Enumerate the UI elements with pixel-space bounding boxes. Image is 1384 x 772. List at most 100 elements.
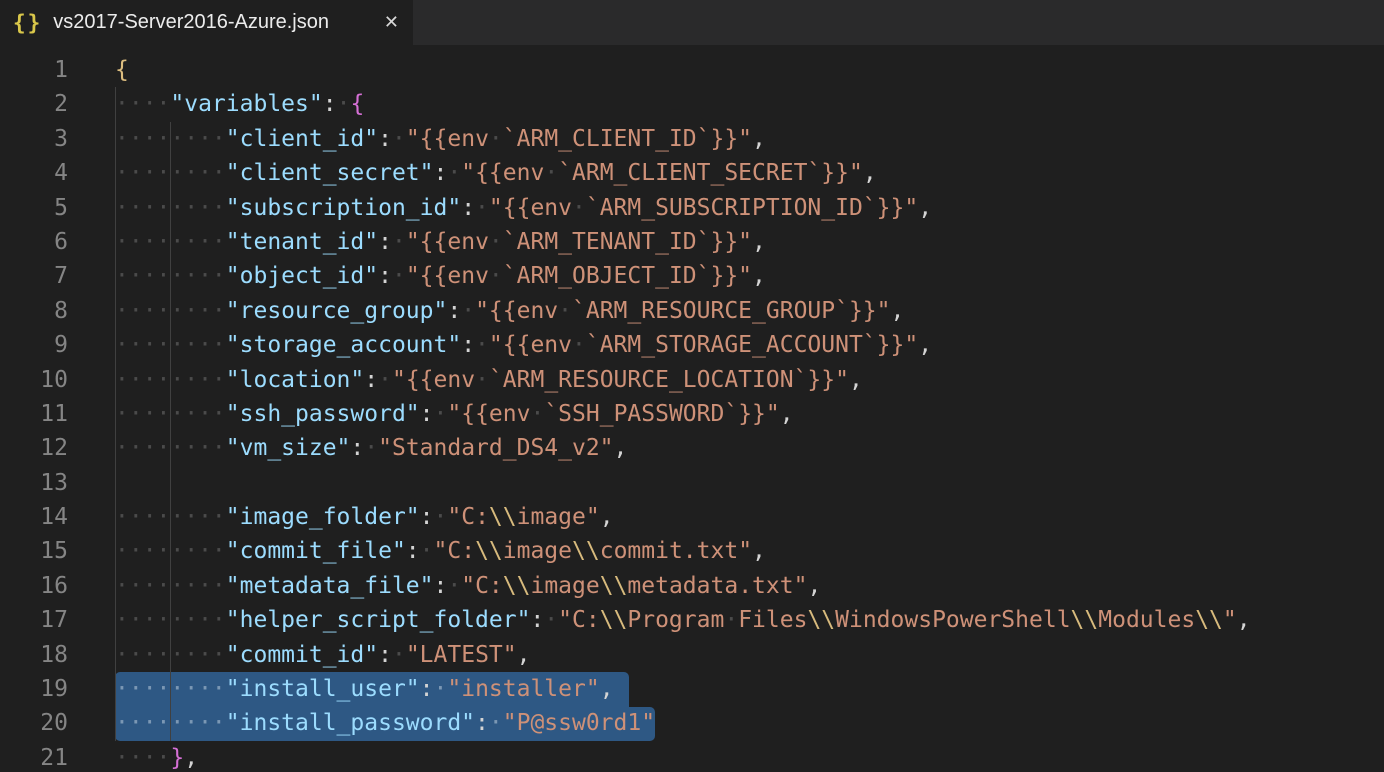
token-esc: \\ (1195, 607, 1223, 633)
token-ws: ········ (115, 607, 226, 633)
token-punc: : (406, 538, 420, 564)
code-line[interactable]: ····"variables":·{ (115, 87, 1251, 121)
tab-bar: {} vs2017-Server2016-Azure.json ✕ (0, 0, 1384, 45)
token-str: "installer" (447, 676, 599, 702)
json-file-icon: {} (13, 11, 42, 35)
line-number[interactable]: 13 (0, 466, 68, 500)
token-str: "{{env (406, 126, 489, 152)
code-line[interactable]: ········"resource_group":·"{{env·`ARM_RE… (115, 294, 1251, 328)
token-str: `ARM_RESOURCE_LOCATION`}}" (489, 367, 849, 393)
line-number[interactable]: 21 (0, 741, 68, 772)
token-key: "tenant_id" (226, 229, 378, 255)
token-str: "{{env (447, 401, 530, 427)
code-line[interactable]: ········"client_id":·"{{env·`ARM_CLIENT_… (115, 122, 1251, 156)
line-number[interactable]: 8 (0, 294, 68, 328)
code-line[interactable]: ········"client_secret":·"{{env·`ARM_CLI… (115, 156, 1251, 190)
code-line[interactable]: ········"install_user":·"installer", (115, 672, 1251, 706)
token-key: "client_secret" (226, 160, 434, 186)
token-ws: ···· (115, 91, 170, 117)
code-line[interactable]: ········"subscription_id":·"{{env·`ARM_S… (115, 191, 1251, 225)
token-ws: · (530, 401, 544, 427)
token-str: `SSH_PASSWORD`}}" (544, 401, 779, 427)
code-line[interactable]: ····}, (115, 741, 1251, 772)
line-number[interactable]: 4 (0, 156, 68, 190)
line-number[interactable]: 20 (0, 706, 68, 740)
token-str: `ARM_CLIENT_ID`}}" (503, 126, 752, 152)
token-punc: : (475, 710, 489, 736)
line-number[interactable]: 15 (0, 534, 68, 568)
token-key: "client_id" (226, 126, 378, 152)
token-str: "{{env (489, 195, 572, 221)
line-number[interactable]: 9 (0, 328, 68, 362)
editor-pane[interactable]: 123456789101112131415161718192021 {····"… (0, 45, 1384, 772)
token-ws: · (364, 435, 378, 461)
line-number[interactable]: 10 (0, 363, 68, 397)
token-str: image" (517, 504, 600, 530)
code-line[interactable] (115, 466, 1251, 500)
code-line[interactable]: ········"storage_account":·"{{env·`ARM_S… (115, 328, 1251, 362)
token-str: commit.txt" (600, 538, 752, 564)
token-str: `ARM_CLIENT_SECRET`}}" (558, 160, 863, 186)
token-ws: ········ (115, 538, 226, 564)
close-tab-icon[interactable]: ✕ (384, 14, 399, 32)
code-line[interactable]: ········"vm_size":·"Standard_DS4_v2", (115, 431, 1251, 465)
line-number[interactable]: 16 (0, 569, 68, 603)
line-number[interactable]: 18 (0, 638, 68, 672)
code-line[interactable]: ········"location":·"{{env·`ARM_RESOURCE… (115, 363, 1251, 397)
code-line[interactable]: ········"commit_file":·"C:\\image\\commi… (115, 534, 1251, 568)
token-punc: : (364, 367, 378, 393)
code-line[interactable]: ········"metadata_file":·"C:\\image\\met… (115, 569, 1251, 603)
token-ws: ········ (115, 229, 226, 255)
token-str: `ARM_OBJECT_ID`}}" (503, 263, 752, 289)
code-line[interactable]: ········"helper_script_folder":·"C:\\Pro… (115, 603, 1251, 637)
line-number[interactable]: 17 (0, 603, 68, 637)
token-esc: \\ (475, 538, 503, 564)
code-line[interactable]: ········"commit_id":·"LATEST", (115, 638, 1251, 672)
token-str: WindowsPowerShell (835, 607, 1070, 633)
token-key: "install_password" (226, 710, 475, 736)
code-area[interactable]: {····"variables":·{········"client_id":·… (115, 53, 1251, 772)
token-key: "object_id" (226, 263, 378, 289)
token-punc: : (420, 401, 434, 427)
tab-vs2017-server2016-azure-json[interactable]: {} vs2017-Server2016-Azure.json ✕ (0, 0, 413, 45)
token-punc: , (918, 332, 932, 358)
token-b2: { (350, 91, 364, 117)
token-str: image (503, 538, 572, 564)
line-number[interactable]: 11 (0, 397, 68, 431)
token-punc: , (600, 676, 614, 702)
token-key: "subscription_id" (226, 195, 461, 221)
line-number[interactable]: 1 (0, 53, 68, 87)
code-line[interactable]: { (115, 53, 1251, 87)
line-number[interactable]: 19 (0, 672, 68, 706)
token-ws: · (392, 263, 406, 289)
code-line[interactable]: ········"image_folder":·"C:\\image", (115, 500, 1251, 534)
line-number[interactable]: 6 (0, 225, 68, 259)
code-line[interactable]: ········"install_password":·"P@ssw0rd1" (115, 706, 1251, 740)
line-number[interactable]: 3 (0, 122, 68, 156)
token-ws: ········ (115, 332, 226, 358)
token-ws: · (392, 642, 406, 668)
code-line[interactable]: ········"ssh_password":·"{{env·`SSH_PASS… (115, 397, 1251, 431)
line-number[interactable]: 14 (0, 500, 68, 534)
token-ws: ········ (115, 642, 226, 668)
line-number[interactable]: 7 (0, 259, 68, 293)
token-ws: · (447, 160, 461, 186)
code-line[interactable]: ········"object_id":·"{{env·`ARM_OBJECT_… (115, 259, 1251, 293)
token-ws: · (489, 263, 503, 289)
token-punc: : (461, 332, 475, 358)
token-ws: ········ (115, 504, 226, 530)
line-number[interactable]: 5 (0, 191, 68, 225)
token-punc: : (461, 195, 475, 221)
line-number[interactable]: 12 (0, 431, 68, 465)
token-ws: · (475, 195, 489, 221)
token-key: "variables" (170, 91, 322, 117)
token-punc: , (807, 573, 821, 599)
token-key: "metadata_file" (226, 573, 434, 599)
token-key: "vm_size" (226, 435, 351, 461)
token-ws: · (447, 573, 461, 599)
token-ws: · (378, 367, 392, 393)
token-punc: , (863, 160, 877, 186)
token-wss: ········ (115, 676, 226, 702)
code-line[interactable]: ········"tenant_id":·"{{env·`ARM_TENANT_… (115, 225, 1251, 259)
line-number[interactable]: 2 (0, 87, 68, 121)
